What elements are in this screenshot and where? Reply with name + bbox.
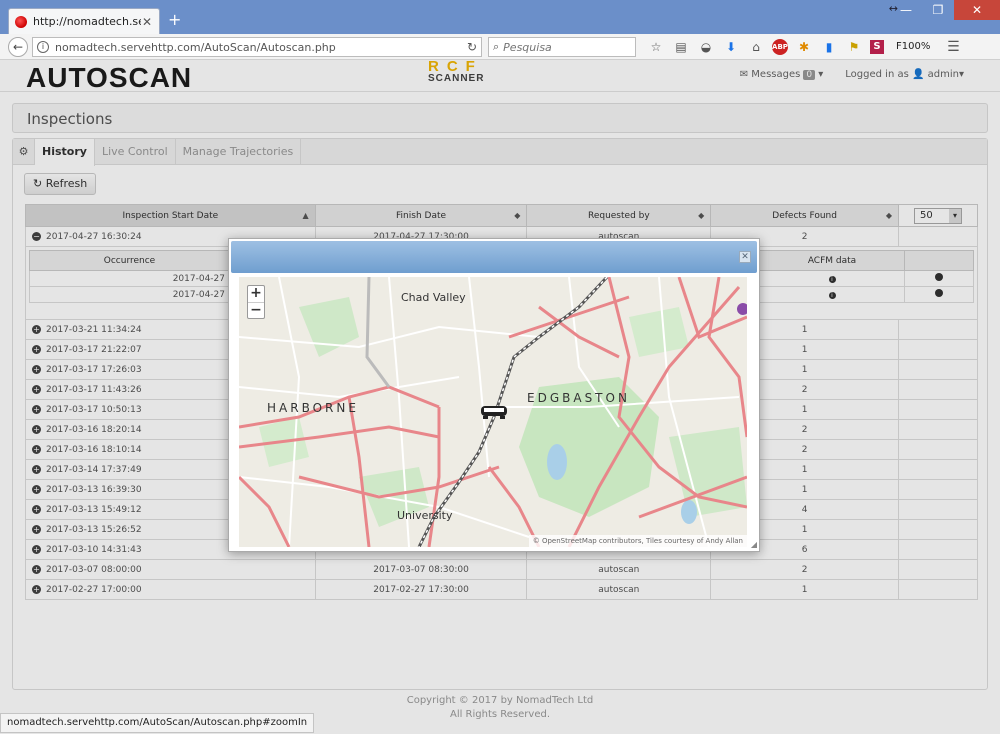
map-label-university: University xyxy=(397,509,453,522)
browser-titlebar: http://nomadtech.servehttp... ✕ + — ❐ ✕ … xyxy=(0,0,1000,34)
close-tab-icon[interactable]: ✕ xyxy=(141,15,153,29)
map-label-chad-valley: Chad Valley xyxy=(401,291,466,304)
storage-icon[interactable]: ▮ xyxy=(820,38,838,56)
map-label-harborne: HARBORNE xyxy=(267,401,359,415)
favicon-icon xyxy=(15,15,27,28)
url-bar[interactable]: i nomadtech.servehttp.com/AutoScan/Autos… xyxy=(32,37,482,57)
browser-tab[interactable]: http://nomadtech.servehttp... ✕ xyxy=(8,8,160,34)
flag-icon[interactable]: ⚑ xyxy=(845,38,863,56)
new-tab-button[interactable]: + xyxy=(168,12,181,28)
search-bar[interactable]: ⌕ xyxy=(488,37,636,57)
search-icon: ⌕ xyxy=(493,40,500,53)
window-close-button[interactable]: ✕ xyxy=(954,0,1000,20)
modal-header[interactable]: ✕ xyxy=(231,241,757,273)
pocket-icon[interactable]: ◒ xyxy=(697,38,715,56)
hamburger-menu-icon[interactable]: ☰ xyxy=(944,38,962,56)
resize-handle-icon[interactable]: ◢ xyxy=(751,540,757,549)
home-icon[interactable]: ⌂ xyxy=(747,38,765,56)
reload-icon[interactable]: ↻ xyxy=(467,40,477,54)
map-view[interactable]: + − Chad Valley HARBORNE EDGBASTON Unive… xyxy=(239,277,747,547)
tab-title: http://nomadtech.servehttp... xyxy=(33,15,141,28)
window-controls: — ❐ ✕ xyxy=(890,0,1000,20)
reading-list-icon[interactable]: ▤ xyxy=(672,38,690,56)
adblock-icon[interactable]: ABP xyxy=(772,39,788,55)
zoom-level[interactable]: F100% xyxy=(896,38,930,56)
map-label-edgbaston: EDGBASTON xyxy=(527,391,630,405)
zoom-in-button[interactable]: + xyxy=(248,286,264,302)
status-bar: nomadtech.servehttp.com/AutoScan/Autosca… xyxy=(0,713,315,733)
zoom-out-button[interactable]: − xyxy=(248,302,264,318)
maximize-button[interactable]: ❐ xyxy=(922,0,954,20)
map-attribution[interactable]: © OpenStreetMap contributors, Tiles cour… xyxy=(528,535,747,547)
close-icon[interactable]: ✕ xyxy=(739,251,751,263)
map-modal: ✕ + − Chad Valley HARBORNE EDGBASTON Uni… xyxy=(228,238,760,552)
map-zoom-control: + − xyxy=(247,285,265,319)
search-input[interactable] xyxy=(503,40,624,54)
url-text[interactable]: nomadtech.servehttp.com/AutoScan/Autosca… xyxy=(55,41,467,54)
browser-navbar: ← i nomadtech.servehttp.com/AutoScan/Aut… xyxy=(0,34,1000,60)
bookmark-star-icon[interactable]: ☆ xyxy=(647,38,665,56)
extension-icon[interactable]: ✱ xyxy=(795,38,813,56)
toolbar-icons: ☆ ▤ ◒ ⬇ ⌂ ABP ✱ ▮ ⚑ S F100% ☰ xyxy=(640,38,962,56)
back-button[interactable]: ← xyxy=(8,37,28,57)
fullscreen-arrows-icon[interactable]: ↔ xyxy=(889,2,898,15)
downloads-icon[interactable]: ⬇ xyxy=(722,38,740,56)
s-extension-icon[interactable]: S xyxy=(870,40,884,54)
site-info-icon[interactable]: i xyxy=(37,41,49,53)
